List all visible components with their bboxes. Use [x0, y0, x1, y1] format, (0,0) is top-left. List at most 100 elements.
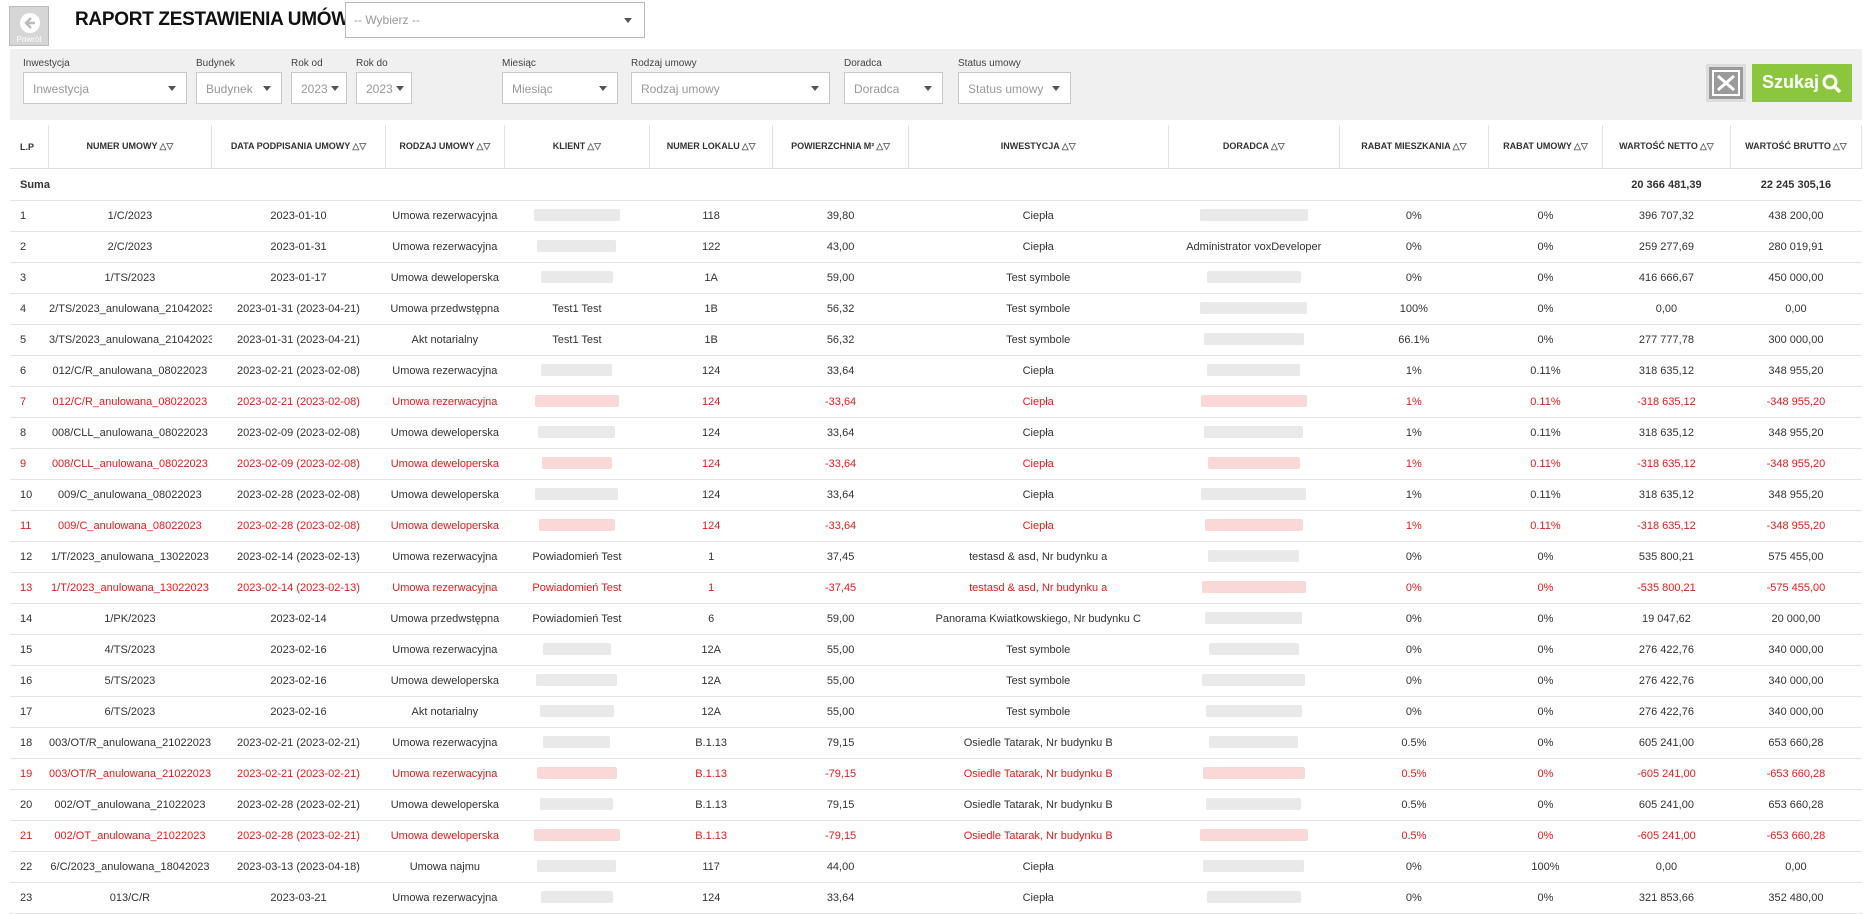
- filter-inwestycja-select[interactable]: Inwestycja: [23, 72, 187, 104]
- redacted-value: [542, 642, 611, 655]
- table-row[interactable]: 17 6/TS/2023 2023-02-16 Akt notarialny 12A 55…: [10, 696, 1862, 728]
- back-button[interactable]: Powrót: [9, 6, 49, 46]
- cell-rabat-umowy: 0.11%: [1488, 355, 1603, 387]
- column-header-numer-lokalu[interactable]: NUMER LOKALU △▽: [649, 125, 774, 169]
- table-row[interactable]: 12 1/T/2023_anulowana_13022023 2023-02-14 …: [10, 541, 1862, 573]
- sort-icon[interactable]: △▽: [1453, 141, 1467, 151]
- table-row[interactable]: 15 4/TS/2023 2023-02-16 Umowa rezerwacyjna 1…: [10, 634, 1862, 666]
- column-header-wartosc-brutto[interactable]: WARTOŚĆ BRUTTO △▽: [1730, 125, 1863, 169]
- cell-wartosc-netto: 318 635,12: [1602, 355, 1731, 387]
- cell-doradca: [1168, 572, 1340, 604]
- column-header-inwestycja[interactable]: INWESTYCJA △▽: [908, 125, 1169, 169]
- table-row[interactable]: 3 1/TS/2023 2023-01-17 Umowa deweloperska 1A…: [10, 262, 1862, 294]
- redacted-value: [1203, 332, 1304, 345]
- table-row[interactable]: 20 002/OT_anulowana_21022023 2023-02-28 (2…: [10, 789, 1862, 821]
- filter-rok-do-select[interactable]: 2023: [356, 72, 412, 104]
- search-button[interactable]: Szukaj: [1752, 64, 1852, 102]
- cell-klient: [504, 262, 650, 294]
- filter-label: Rok od: [291, 58, 323, 69]
- redacted-value: [1200, 301, 1308, 314]
- cell-lp: 17: [10, 696, 49, 728]
- cell-data-podpisania: 2023-01-31: [211, 231, 386, 263]
- column-header-powierzchnia[interactable]: POWIERZCHNIA M² △▽: [772, 125, 909, 169]
- cell-numer-lokalu: B.1.13: [649, 727, 773, 759]
- cell-doradca: [1168, 262, 1340, 294]
- filter-rok-od-select[interactable]: 2023: [291, 72, 347, 104]
- table-row[interactable]: 6 012/C/R_anulowana_08022023 2023-02-21 (2…: [10, 355, 1862, 387]
- sort-icon[interactable]: △▽: [1271, 141, 1285, 151]
- filter-status-umowy-select[interactable]: Status umowy: [958, 72, 1071, 104]
- cell-powierzchnia: 33,64: [772, 882, 909, 914]
- cell-numer-lokalu: 12A: [649, 665, 773, 697]
- sort-icon[interactable]: △▽: [1700, 141, 1714, 151]
- cell-numer-lokalu: 1A: [649, 262, 773, 294]
- table-row[interactable]: 16 5/TS/2023 2023-02-16 Umowa deweloperska 1…: [10, 665, 1862, 697]
- sort-icon[interactable]: △▽: [876, 141, 890, 151]
- column-header-rabat-mieszkania[interactable]: RABAT MIESZKANIA △▽: [1339, 125, 1489, 169]
- filter-value: Status umowy: [968, 82, 1044, 96]
- column-header-klient[interactable]: KLIENT △▽: [504, 125, 650, 169]
- cell-wartosc-brutto: 653 660,28: [1730, 789, 1862, 821]
- cell-lp: 6: [10, 355, 49, 387]
- column-header-rabat-umowy[interactable]: RABAT UMOWY △▽: [1488, 125, 1604, 169]
- filter-doradca-select[interactable]: Doradca: [844, 72, 943, 104]
- table-row[interactable]: 23 013/C/R 2023-03-21 Umowa rezerwacyjna 124…: [10, 882, 1862, 914]
- table-row[interactable]: 14 1/PK/2023 2023-02-14 Umowa przedwstępna P…: [10, 603, 1862, 635]
- cell-data-podpisania: 2023-02-28 (2023-02-08): [211, 479, 386, 511]
- filter-rodzaj-umowy-select[interactable]: Rodzaj umowy: [631, 72, 830, 104]
- cell-numer-umowy: 002/OT_anulowana_21022023: [48, 820, 212, 852]
- table-row[interactable]: 11 009/C_anulowana_08022023 2023-02-28 (20…: [10, 510, 1862, 542]
- sort-icon[interactable]: △▽: [160, 141, 174, 151]
- cell-inwestycja: Test symbole: [908, 262, 1169, 294]
- table-row[interactable]: 19 003/OT/R_anulowana_21022023 2023-02-21 …: [10, 758, 1862, 790]
- cell-doradca: [1168, 634, 1340, 666]
- sort-icon[interactable]: △▽: [1574, 141, 1588, 151]
- redacted-value: [533, 828, 620, 841]
- cell-inwestycja: Ciepła: [908, 355, 1169, 387]
- report-select[interactable]: -- Wybierz --: [345, 2, 645, 38]
- table-row[interactable]: 13 1/T/2023_anulowana_13022023 2023-02-14 …: [10, 572, 1862, 604]
- column-header-doradca[interactable]: DORADCA △▽: [1168, 125, 1340, 169]
- table-row[interactable]: 22 6/C/2023_anulowana_18042023 2023-03-13 …: [10, 851, 1862, 883]
- table-row[interactable]: 10 009/C_anulowana_08022023 2023-02-28 (20…: [10, 479, 1862, 511]
- cell-wartosc-brutto: 348 955,20: [1730, 355, 1862, 387]
- column-header-data-podpisania[interactable]: DATA PODPISANIA UMOWY △▽: [211, 125, 386, 169]
- cell-wartosc-brutto: 575 455,00: [1730, 541, 1862, 573]
- table-row[interactable]: 2 2/C/2023 2023-01-31 Umowa rezerwacyjna 122…: [10, 231, 1862, 263]
- table-row[interactable]: 21 002/OT_anulowana_21022023 2023-02-28 (2…: [10, 820, 1862, 852]
- redacted-value: [1205, 611, 1303, 624]
- cell-doradca: [1168, 851, 1340, 883]
- sort-icon[interactable]: △▽: [1833, 141, 1847, 151]
- column-header-rodzaj-umowy[interactable]: RODZAJ UMOWY △▽: [385, 125, 506, 169]
- cell-inwestycja: testasd & asd, Nr budynku a: [908, 572, 1169, 604]
- table-row[interactable]: 7 012/C/R_anulowana_08022023 2023-02-21 (2…: [10, 386, 1862, 418]
- table-row[interactable]: 4 2/TS/2023_anulowana_21042023 2023-01-31 …: [10, 293, 1862, 325]
- cell-lp: 21: [10, 820, 49, 852]
- cell-rabat-umowy: 0%: [1488, 231, 1603, 263]
- sort-icon[interactable]: △▽: [742, 141, 756, 151]
- column-header-label: RODZAJ UMOWY: [399, 141, 475, 151]
- table-row[interactable]: 8 008/CLL_anulowana_08022023 2023-02-09 (2…: [10, 417, 1862, 449]
- sort-icon[interactable]: △▽: [1062, 141, 1076, 151]
- table-row[interactable]: 9 008/CLL_anulowana_08022023 2023-02-09 (2…: [10, 448, 1862, 480]
- filter-value: Inwestycja: [33, 82, 90, 96]
- table-row[interactable]: 18 003/OT/R_anulowana_21022023 2023-02-21 …: [10, 727, 1862, 759]
- table-row[interactable]: 1 1/C/2023 2023-01-10 Umowa rezerwacyjna 118…: [10, 200, 1862, 232]
- cell-rabat-mieszkania: 1%: [1339, 479, 1489, 511]
- table-row[interactable]: 5 3/TS/2023_anulowana_21042023 2023-01-31 …: [10, 324, 1862, 356]
- cell-klient: [504, 882, 650, 914]
- column-header-numer-umowy[interactable]: NUMER UMOWY △▽: [48, 125, 213, 169]
- column-header-wartosc-netto[interactable]: WARTOŚĆ NETTO △▽: [1602, 125, 1731, 169]
- filter-miesiac-select[interactable]: Miesiąc: [502, 72, 618, 104]
- sum-netto: 20 366 481,39: [1602, 168, 1731, 201]
- sort-icon[interactable]: △▽: [352, 141, 366, 151]
- clear-filters-button[interactable]: [1706, 64, 1746, 102]
- cell-wartosc-brutto: 20 000,00: [1730, 603, 1862, 635]
- cell-powierzchnia: 37,45: [772, 541, 909, 573]
- sort-icon[interactable]: △▽: [587, 141, 601, 151]
- redacted-value: [540, 270, 613, 283]
- cell-inwestycja: Ciepła: [908, 448, 1169, 480]
- filter-budynek-select[interactable]: Budynek: [196, 72, 282, 104]
- sort-icon[interactable]: △▽: [476, 141, 490, 151]
- cell-klient: [504, 789, 650, 821]
